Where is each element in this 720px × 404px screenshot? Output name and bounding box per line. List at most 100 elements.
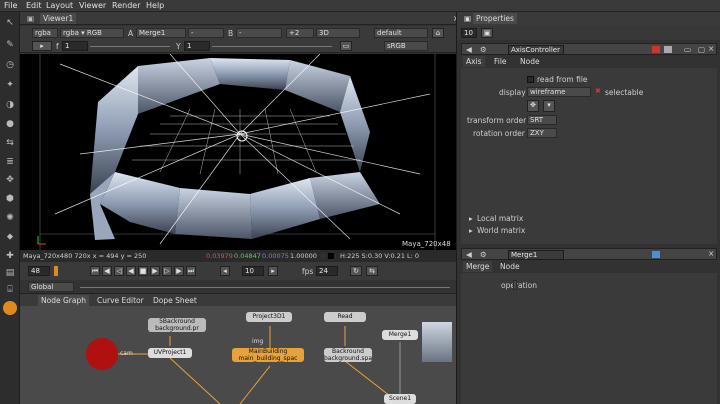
world-matrix-label[interactable]: World matrix (477, 226, 525, 235)
uvproject-node[interactable]: UVProject1 (148, 348, 192, 358)
minimize-icon[interactable]: ▢ (698, 45, 705, 54)
step-forward-icon[interactable]: ▸ (268, 266, 278, 276)
menu-help[interactable]: Help (146, 1, 164, 10)
axis-edit-icon[interactable]: ✥ (527, 100, 539, 112)
selectable-check-icon[interactable]: ✖ (595, 87, 601, 95)
step-back-icon[interactable]: ◂ (220, 266, 230, 276)
loop-icon[interactable]: ↻ (350, 266, 362, 276)
tab-curve-editor[interactable]: Curve Editor (94, 295, 147, 306)
settings-icon[interactable]: ⚙ (480, 45, 487, 54)
step-field[interactable]: 10 (242, 266, 264, 276)
particles-icon[interactable]: ✺ (5, 213, 15, 223)
view-mode-select[interactable]: 3D (316, 28, 360, 38)
menu-viewer[interactable]: Viewer (79, 1, 106, 10)
tab-axis[interactable]: Axis (463, 56, 485, 67)
scene1-node[interactable]: Scene1 (384, 394, 416, 404)
read-from-file-checkbox[interactable] (527, 76, 534, 83)
circle-icon[interactable]: ● (5, 119, 15, 129)
tab-node-graph[interactable]: Node Graph (38, 295, 89, 306)
camera-node[interactable] (86, 338, 118, 370)
clock-icon[interactable]: ◷ (5, 60, 15, 70)
lock-icon[interactable]: ⌂ (432, 28, 444, 38)
local-matrix-label[interactable]: Local matrix (477, 214, 523, 223)
axis-node-name[interactable]: AxisController (508, 45, 564, 55)
folder-icon[interactable]: ▤ (5, 268, 15, 278)
float-icon[interactable]: ▭ (684, 45, 691, 54)
layers-icon[interactable]: ≣ (5, 157, 15, 167)
close-axis-icon[interactable]: × (708, 44, 714, 53)
merge-collapse-icon[interactable]: ◀ (466, 250, 472, 259)
brush-icon[interactable]: ✎ (5, 40, 15, 50)
tab-file[interactable]: File (491, 56, 510, 67)
main-building-node[interactable]: MainBuilding main_building_spac (232, 348, 304, 362)
next-frame-icon[interactable]: ▷ (162, 266, 172, 276)
tab-merge-node[interactable]: Node (497, 261, 523, 272)
pointer-icon[interactable]: ↖ (5, 18, 15, 28)
read-node[interactable]: Read (324, 312, 366, 322)
backround-read-node[interactable]: 5Backround background.pr (148, 318, 206, 332)
play-icon[interactable]: ▶ (150, 266, 160, 276)
merge-node-header[interactable]: ◀ ⚙ Merge1 × (461, 248, 717, 260)
tab-merge[interactable]: Merge (463, 261, 493, 272)
gamma-field[interactable]: 1 (184, 41, 210, 51)
script-icon[interactable]: ⌸ (5, 285, 15, 295)
merge1-node[interactable]: Merge1 (382, 330, 418, 340)
merge-settings-icon[interactable]: ⚙ (480, 250, 487, 259)
gain-field[interactable]: 1 (62, 41, 88, 51)
transform-icon[interactable]: ✦ (5, 80, 15, 90)
node-color-icon[interactable] (652, 46, 660, 53)
tab-properties[interactable]: Properties (473, 13, 517, 24)
bounce-icon[interactable]: ⇆ (366, 266, 378, 276)
collapse-icon[interactable]: ◀ (466, 45, 472, 54)
display-select[interactable]: wireframe (527, 87, 591, 97)
color-wheel-icon[interactable]: ◑ (5, 100, 15, 110)
first-frame-icon[interactable]: ⏮ (90, 266, 100, 276)
axis-snap-icon[interactable]: ▾ (543, 100, 555, 112)
cube-icon[interactable]: ⬢ (5, 194, 15, 204)
prev-frame-icon[interactable]: ◁ (114, 266, 124, 276)
gain-toggle[interactable]: ▸ (32, 41, 52, 51)
menu-render[interactable]: Render (112, 1, 140, 10)
tag-icon[interactable]: ⬥ (5, 232, 15, 242)
a-dash-select[interactable]: - (188, 28, 224, 38)
prev-key-icon[interactable]: ◀ (102, 266, 112, 276)
rgb-select[interactable]: rgba ▾ RGB (60, 28, 124, 38)
last-frame-icon[interactable]: ⏭ (186, 266, 196, 276)
world-matrix-toggle[interactable]: ▸ (469, 226, 473, 235)
viewer-canvas[interactable]: Maya_720x48 (20, 54, 456, 250)
default-select[interactable]: default (374, 28, 428, 38)
play-back-icon[interactable]: ◀ (126, 266, 136, 276)
transform-order-select[interactable]: SRT (527, 115, 557, 125)
gamma-slider[interactable] (212, 46, 332, 47)
gain-slider[interactable] (90, 46, 170, 47)
panel-count-field[interactable]: 10 (461, 28, 477, 38)
axis-node-header[interactable]: ◀ ⚙ AxisController ▭ ▢ × (461, 43, 717, 55)
project3d-node[interactable]: Project3D1 (246, 312, 292, 322)
b-input-select[interactable]: - (236, 28, 282, 38)
roi-icon[interactable]: ▭ (340, 41, 352, 51)
colorspace-select[interactable]: sRGB (384, 41, 428, 51)
lock-panels-icon[interactable]: ▣ (481, 28, 493, 38)
menu-file[interactable]: File (4, 1, 17, 10)
pane-menu-icon[interactable]: ▣ (24, 13, 37, 24)
backround-node[interactable]: Backround background.spacep (324, 348, 372, 362)
move-icon[interactable]: ✥ (5, 175, 15, 185)
cross-icon[interactable]: ✚ (5, 251, 15, 261)
merge-color-icon[interactable] (652, 251, 660, 258)
menu-edit[interactable]: Edit (26, 1, 42, 10)
channels-select[interactable]: rgba (32, 28, 58, 38)
zoom-select[interactable]: +2 (286, 28, 314, 38)
merge-icon[interactable]: ⇆ (5, 138, 15, 148)
next-key-icon[interactable]: ▶ (174, 266, 184, 276)
rotation-order-select[interactable]: ZXY (527, 128, 557, 138)
tab-node[interactable]: Node (517, 56, 543, 67)
stop-icon[interactable]: ■ (138, 266, 148, 276)
node-graph-panel[interactable]: Node Graph Curve Editor Dope Sheet cam 5… (20, 294, 456, 404)
tab-dope-sheet[interactable]: Dope Sheet (150, 295, 200, 306)
node-color-icon-2[interactable] (664, 46, 672, 53)
tab-viewer1[interactable]: Viewer1 (40, 13, 77, 24)
merge-node-name[interactable]: Merge1 (508, 250, 564, 260)
timeline-slider[interactable] (80, 287, 450, 288)
fps-field[interactable]: 24 (316, 266, 338, 276)
close-merge-icon[interactable]: × (708, 249, 714, 258)
